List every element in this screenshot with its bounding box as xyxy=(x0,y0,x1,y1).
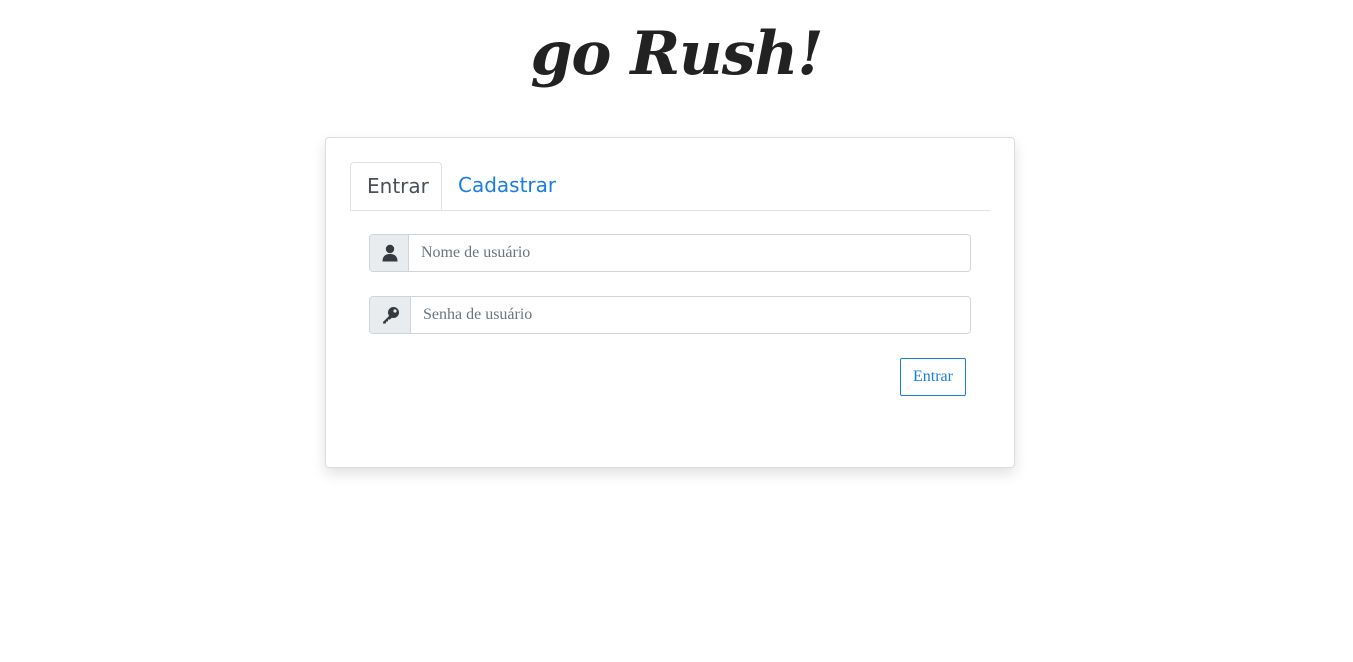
auth-tabs: Entrar Cadastrar xyxy=(350,162,990,211)
password-input[interactable] xyxy=(411,297,970,333)
password-input-group xyxy=(369,296,971,334)
username-input-group xyxy=(369,234,971,272)
username-addon xyxy=(370,235,409,271)
login-button[interactable]: Entrar xyxy=(900,358,966,396)
login-card: Entrar Cadastrar Entrar xyxy=(325,137,1015,468)
username-input[interactable] xyxy=(409,235,970,271)
user-icon xyxy=(382,244,398,262)
password-addon xyxy=(370,297,411,333)
app-logo: go Rush! xyxy=(530,19,823,89)
key-icon xyxy=(383,307,399,324)
tab-cadastrar[interactable]: Cadastrar xyxy=(442,162,572,209)
tab-entrar[interactable]: Entrar xyxy=(350,162,442,210)
